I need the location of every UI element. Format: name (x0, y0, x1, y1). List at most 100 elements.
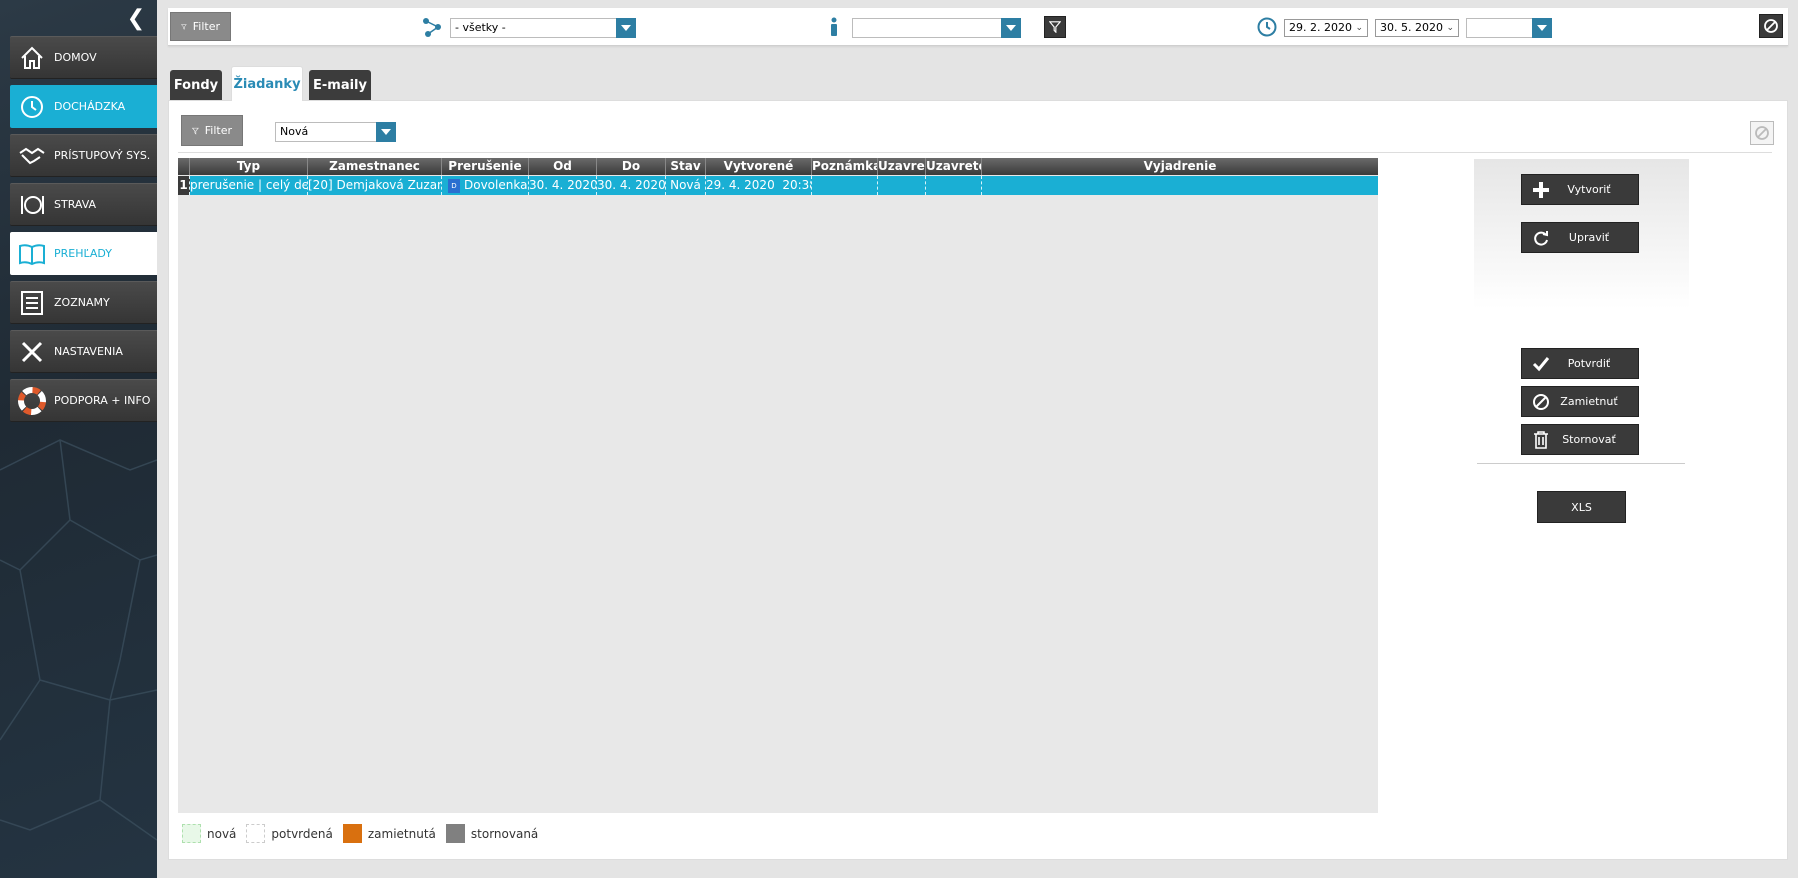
xls-export-button[interactable]: XLS (1537, 491, 1626, 523)
header-vyjadrenie[interactable]: Vyjadrenie (982, 158, 1378, 175)
header-typ[interactable]: Typ (190, 158, 308, 175)
refresh-icon (1522, 229, 1560, 247)
cell-zamestnanec: [20] Demjaková Zuzana (308, 176, 442, 195)
group-icon (423, 18, 441, 37)
chevron-down-icon[interactable] (376, 122, 396, 142)
legend-swatch (182, 824, 201, 843)
tools-icon (10, 330, 54, 373)
legend-swatch (445, 824, 465, 843)
cell-od: 30. 4. 2020 (529, 176, 597, 195)
header-zamestnanec[interactable]: Zamestnanec (308, 158, 442, 175)
action-divider (1477, 463, 1685, 464)
person-filter-button[interactable] (1044, 16, 1066, 38)
table-header: Typ Zamestnanec Prerušenie Od Do Stav Vy… (178, 158, 1378, 175)
create-button-label: Vytvoriť (1567, 183, 1611, 196)
date-to-select[interactable]: 30. 5. 2020 ⌄ (1375, 19, 1459, 37)
sidebar-item-nastavenia[interactable]: NASTAVENIA (10, 330, 157, 373)
book-icon (10, 232, 54, 275)
clear-filter-button[interactable] (1759, 14, 1783, 38)
chevron-down-icon[interactable] (616, 18, 636, 38)
legend-label: stornovaná (470, 826, 539, 841)
plate-icon (10, 183, 54, 226)
legend-item-zamietnuta: zamietnutá (342, 824, 436, 843)
date-from-value: 29. 2. 2020 (1289, 21, 1352, 34)
table-row[interactable]: 1 prerušenie | celý deň [20] Demjaková Z… (178, 176, 1378, 195)
chevron-down-icon[interactable] (1001, 18, 1021, 38)
person-select[interactable] (852, 18, 1021, 38)
sidebar-item-pristupovy-sys[interactable]: PRÍSTUPOVÝ SYS. (10, 134, 157, 177)
sidebar-item-label: PODPORA + INFO (54, 394, 151, 407)
person-icon (831, 17, 837, 36)
tab-ziadanky[interactable]: Žiadanky (231, 66, 303, 101)
header-rownum (178, 158, 190, 175)
header-od[interactable]: Od (529, 158, 597, 175)
cell-uzavrete (926, 176, 982, 195)
legend-label: nová (207, 826, 237, 841)
legend-item-stornovana: stornovaná (445, 824, 539, 843)
cell-prerusenie: D Dovolenka (442, 176, 529, 195)
filter-icon (192, 127, 199, 135)
sidebar-item-prehlady[interactable]: PREHĽADY (10, 232, 157, 275)
filter-icon (1049, 21, 1061, 33)
collapse-sidebar-icon[interactable]: ❮ (126, 8, 146, 30)
group-select-value: - všetky - (455, 21, 506, 34)
sidebar-item-zoznamy[interactable]: ZOZNAMY (10, 281, 157, 324)
reject-button[interactable]: Zamietnuť (1521, 386, 1639, 417)
legend-swatch (342, 824, 362, 843)
group-select[interactable]: - všetky - (450, 18, 636, 38)
extra-select[interactable] (1466, 18, 1552, 38)
reject-button-label: Zamietnuť (1560, 395, 1618, 408)
edit-button[interactable]: Upraviť (1521, 222, 1639, 253)
cancel-button[interactable]: Stornovať (1521, 424, 1639, 455)
top-filter-bar: Filter - všetky - 29. 2. 2020 ⌄ 30. 5. 2… (168, 8, 1788, 46)
legend-item-potvrdena: potvrdená (246, 824, 333, 843)
plus-icon (1522, 181, 1560, 199)
list-icon (10, 281, 54, 324)
confirm-button-label: Potvrdiť (1567, 357, 1611, 370)
status-select-value: Nová (280, 125, 309, 138)
header-vytvorene[interactable]: Vytvorené (706, 158, 812, 175)
sidebar-item-label: DOMOV (54, 51, 97, 64)
create-button[interactable]: Vytvoriť (1521, 174, 1639, 205)
edit-button-label: Upraviť (1568, 231, 1610, 244)
header-stav[interactable]: Stav (666, 158, 706, 175)
chevron-down-icon[interactable] (1532, 18, 1552, 38)
check-icon (1522, 356, 1560, 372)
sidebar-item-strava[interactable]: STRAVA (10, 183, 157, 226)
confirm-button[interactable]: Potvrdiť (1521, 348, 1639, 379)
sidebar-item-domov[interactable]: DOMOV (10, 36, 157, 79)
home-icon (10, 36, 54, 79)
header-uzavrel[interactable]: Uzavrel (878, 158, 926, 175)
cell-typ: prerušenie | celý deň (190, 176, 308, 195)
panel-clear-button[interactable] (1750, 121, 1774, 145)
status-select[interactable]: Nová (275, 122, 396, 142)
tab-emaily[interactable]: E-maily (309, 70, 371, 100)
header-prerusenie[interactable]: Prerušenie (442, 158, 529, 175)
sidebar-item-label: PRÍSTUPOVÝ SYS. (54, 149, 151, 162)
header-do[interactable]: Do (597, 158, 666, 175)
sidebar-item-label: ZOZNAMY (54, 296, 110, 309)
sidebar-background (0, 439, 157, 841)
prerusenie-value: Dovolenka (464, 178, 528, 192)
tab-fondy[interactable]: Fondy (170, 70, 222, 100)
filter-label: Filter (192, 20, 220, 33)
legend-label: potvrdená (271, 826, 333, 841)
cell-poznamka (812, 176, 878, 195)
sidebar: ❮ DOMOV DOCHÁDZKA PRÍSTUPOVÝ SYS. STRAVA… (0, 0, 157, 878)
cell-stav: Nová (666, 176, 706, 195)
clock-icon (10, 85, 54, 128)
chevron-down-icon: ⌄ (1355, 23, 1363, 33)
date-from-select[interactable]: 29. 2. 2020 ⌄ (1284, 19, 1368, 37)
panel-filter-button[interactable]: Filter (181, 115, 243, 146)
sidebar-item-podpora[interactable]: PODPORA + INFO (10, 379, 157, 422)
clock-icon (1257, 17, 1277, 37)
legend-item-nova: nová (182, 824, 236, 843)
sidebar-item-dochadzka[interactable]: DOCHÁDZKA (10, 85, 157, 128)
panel-divider (178, 152, 1772, 153)
prerusenie-badge: D (448, 178, 460, 193)
sidebar-item-label: NASTAVENIA (54, 345, 123, 358)
header-uzavrete[interactable]: Uzavreté (926, 158, 982, 175)
sidebar-item-label: STRAVA (54, 198, 97, 211)
top-filter-button[interactable]: Filter (170, 12, 231, 41)
header-poznamka[interactable]: Poznámka (812, 158, 878, 175)
